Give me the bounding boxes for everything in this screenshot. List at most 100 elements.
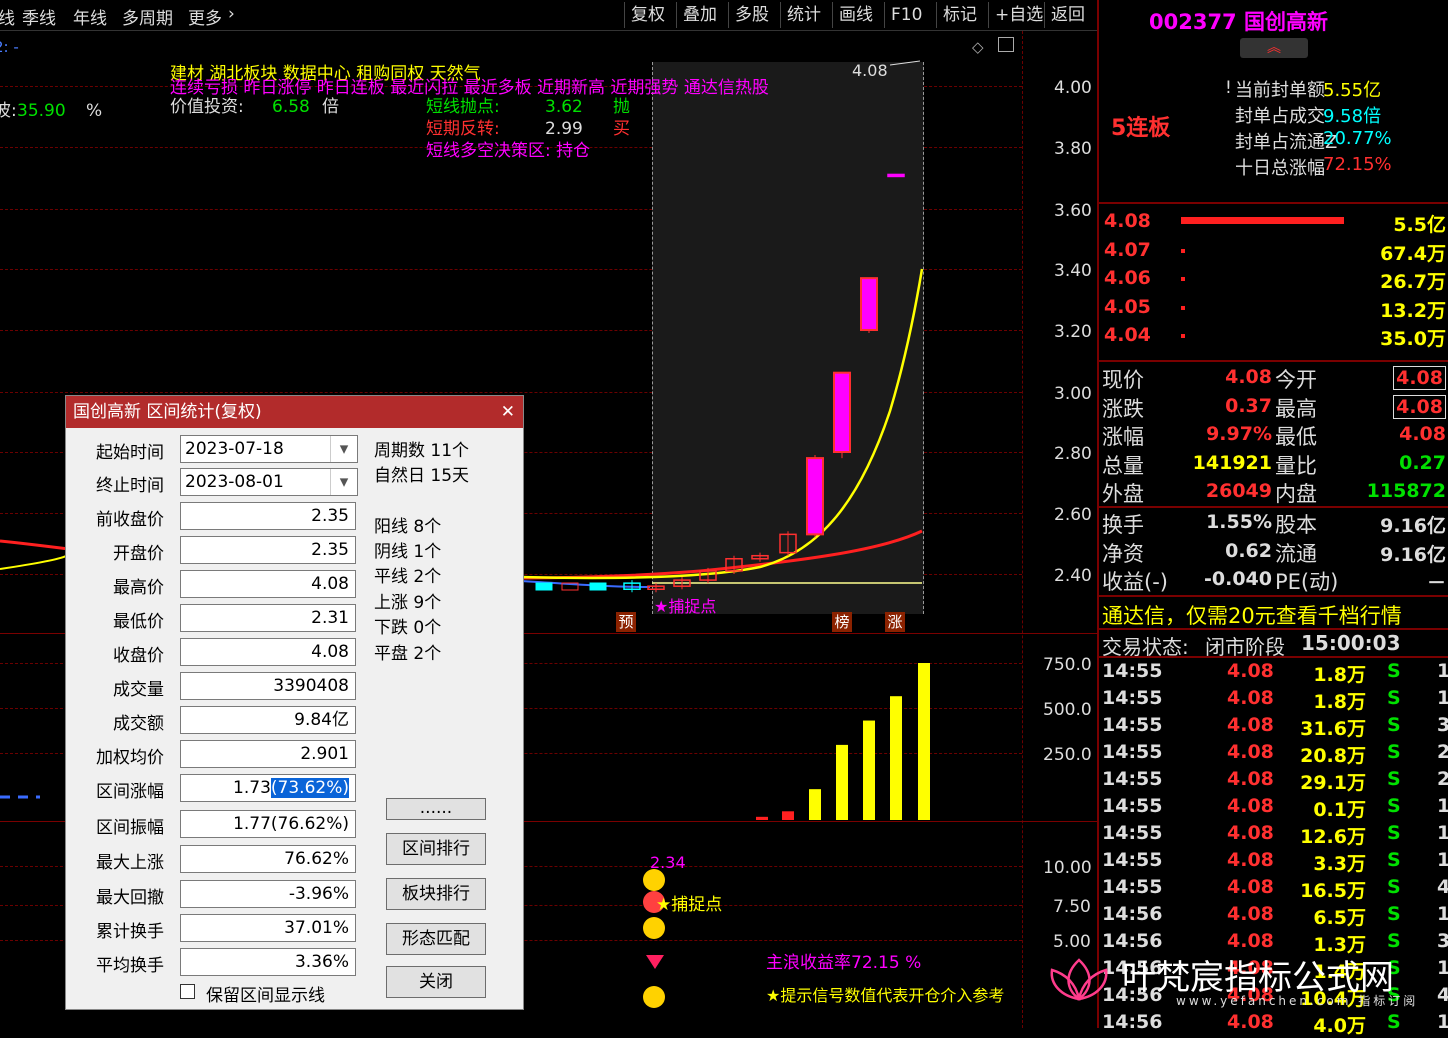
dialog-row-label: 成交额 (113, 714, 164, 734)
dialog-row-label: 最大上涨 (96, 853, 164, 873)
watermark: 叶梵宸指标公式网 www.yefanchen.com 指标订阅 (1046, 950, 1446, 1020)
quote-value: － (1426, 572, 1446, 595)
quote-value: 9.16亿 (1380, 515, 1446, 537)
overlay-button[interactable]: 叠加 (676, 2, 723, 28)
order-book-volume: 5.5亿 (1393, 214, 1446, 236)
dialog-row-label: 开盘价 (113, 544, 164, 564)
dialog-row-label: 起始时间 (96, 443, 164, 463)
tick-time: 14:55 (1102, 768, 1163, 790)
close-button[interactable]: 关闭 (386, 966, 486, 998)
quote-label: 内盘 (1275, 482, 1317, 507)
dialog-value-field[interactable]: 2.35 (180, 536, 356, 564)
dialog-value-field[interactable]: 2.901 (180, 740, 356, 768)
keep-range-checkbox[interactable] (180, 984, 195, 999)
dialog-value-field[interactable]: -3.96% (180, 880, 356, 908)
pattern-match-button[interactable]: 形态匹配 (386, 923, 486, 955)
tab-multi-period[interactable]: 多周期 (122, 4, 173, 29)
quote-value: 115872 (1366, 480, 1446, 503)
close-icon[interactable]: ✕ (501, 396, 515, 428)
draw-line-button[interactable]: 画线 (832, 2, 879, 28)
tick-price: 4.08 (1227, 903, 1274, 925)
quote-value: 4.08 (1399, 423, 1446, 446)
badge-pre[interactable]: 预 (616, 612, 636, 632)
chevron-down-icon[interactable]: ▾ (330, 469, 357, 495)
statistics-button[interactable]: 统计 (780, 2, 827, 28)
stat-rising: 上涨 9个 (374, 593, 442, 613)
dialog-value-field[interactable]: 3390408 (180, 672, 356, 700)
candle (806, 457, 824, 536)
dialog-value-field[interactable]: 76.62% (180, 845, 356, 873)
f10-button[interactable]: F10 (884, 2, 928, 28)
price-axis-label: 3.60 (1054, 201, 1092, 221)
start-date-select[interactable]: 2023-07-18 ▾ (180, 435, 358, 463)
seal-info-label: 封单占成交 (1235, 106, 1325, 127)
indicator-axis-label: 10.00 (1043, 858, 1092, 878)
tick-time: 14:55 (1102, 687, 1163, 709)
section-divider (1099, 595, 1448, 597)
dialog-value-field[interactable]: 9.84亿 (180, 706, 356, 734)
quote-panel: 002377 国创高新 ︽ 5连板 ! 当前封单额 5.55亿 封单占成交 9.58倍… (1097, 0, 1448, 1037)
range-statistics-dialog[interactable]: 国创高新 区间统计(复权) ✕ 起始时间 2023-07-18 ▾ 终止时间 2023-… (65, 395, 524, 1010)
tick-price: 4.08 (1227, 687, 1274, 709)
dialog-value-field[interactable]: 3.36% (180, 948, 356, 976)
quote-label: 外盘 (1102, 482, 1144, 507)
quote-value: -0.040 (1204, 568, 1272, 591)
ad-banner[interactable]: 通达信，仅需20元查看千档行情 (1102, 600, 1402, 630)
volume-bar (782, 811, 794, 820)
badge-rank[interactable]: 榜 (832, 612, 852, 632)
tick-volume: 12.6万 (1300, 826, 1366, 848)
chevron-up-icon[interactable]: ︽ (1240, 38, 1308, 58)
dialog-value-field[interactable]: 2.35 (180, 502, 356, 530)
candle (589, 582, 607, 591)
tip-label: ★提示信号数值代表开仓介入参考 (766, 986, 1005, 1005)
price-axis-label: 4.00 (1054, 78, 1092, 98)
date-value: 2023-08-01 (185, 472, 284, 492)
dialog-titlebar[interactable]: 国创高新 区间统计(复权) ✕ (66, 396, 523, 428)
tick-time: 14:55 (1102, 822, 1163, 844)
multi-stock-button[interactable]: 多股 (728, 2, 775, 28)
tick-count: 3 (1437, 930, 1448, 952)
chevron-right-icon[interactable]: › (228, 4, 235, 24)
mark-button[interactable]: 标记 (936, 2, 983, 28)
seal-info-label: 十日总涨幅 (1235, 158, 1325, 179)
dialog-value-field[interactable]: 4.08 (180, 638, 356, 666)
dialog-value-field[interactable]: 37.01% (180, 914, 356, 942)
tick-time: 14:55 (1102, 714, 1163, 736)
order-book-bar (1181, 334, 1185, 338)
tab-quarterly[interactable]: 季线 (22, 4, 56, 29)
tab-weekly[interactable]: 线 (0, 4, 15, 29)
chevron-down-icon[interactable]: ▾ (330, 436, 357, 462)
volume-bar (890, 696, 902, 820)
dialog-value-field[interactable]: 1.77(76.62%) (180, 810, 356, 838)
volume-axis-label: 500.0 (1043, 700, 1092, 720)
tick-count: 3 (1437, 714, 1448, 736)
back-button[interactable]: 返回 (1044, 2, 1091, 28)
quote-label: 最低 (1275, 425, 1317, 450)
badge-limit-up[interactable]: 涨 (885, 612, 905, 632)
quote-value: 0.27 (1399, 451, 1446, 474)
dialog-value-field[interactable]: 4.08 (180, 570, 356, 598)
candle (887, 173, 905, 178)
quote-value: 0.62 (1225, 539, 1272, 562)
quote-value: 9.97% (1206, 423, 1272, 446)
dialog-row-label: 累计换手 (96, 922, 164, 942)
more-options-button[interactable]: ...... (386, 798, 486, 820)
tab-yearly[interactable]: 年线 (73, 4, 107, 29)
lotus-logo-icon (1050, 958, 1108, 1001)
sector-rank-button[interactable]: 板块排行 (386, 878, 486, 910)
end-date-select[interactable]: 2023-08-01 ▾ (180, 468, 358, 496)
range-change-field[interactable]: 1.73(73.62%) (180, 774, 356, 802)
add-watchlist-button[interactable]: +自选 (988, 2, 1049, 28)
tick-side: S (1387, 822, 1401, 844)
seal-info-label: 当前封单额 (1235, 80, 1325, 101)
quote-value: 4.08 (1393, 366, 1446, 390)
diamond-gem-icon (646, 955, 664, 969)
dialog-title: 国创高新 区间统计(复权) (73, 402, 262, 422)
range-rank-button[interactable]: 区间排行 (386, 833, 486, 865)
order-book-volume: 35.0万 (1380, 328, 1446, 350)
volume-bar (918, 663, 930, 820)
quote-value: 26049 (1205, 480, 1272, 503)
dialog-value-field[interactable]: 2.31 (180, 604, 356, 632)
restore-rights-button[interactable]: 复权 (624, 2, 671, 28)
tab-more[interactable]: 更多 (188, 4, 222, 29)
